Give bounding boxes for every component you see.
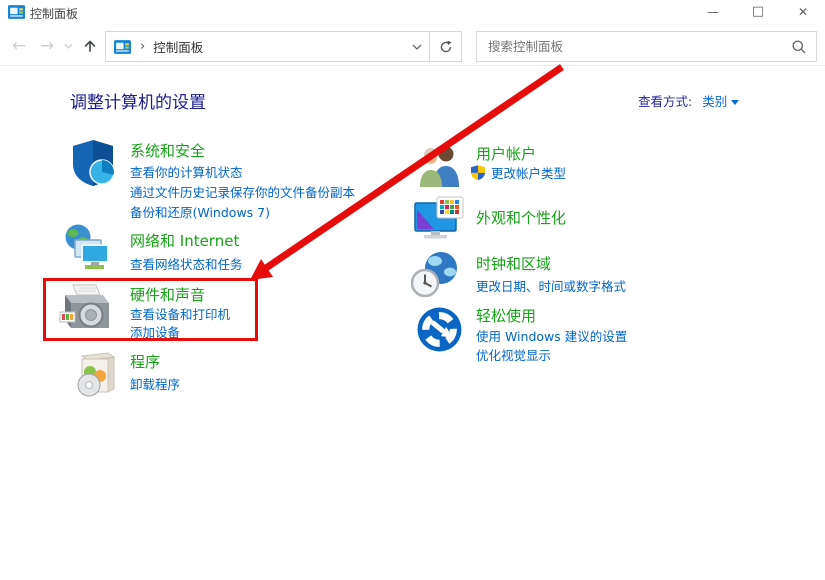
link-computer-status[interactable]: 查看你的计算机状态 — [130, 162, 243, 181]
address-bar[interactable]: › 控制面板 — [105, 31, 462, 62]
uac-shield-icon — [470, 164, 486, 181]
category-system-security[interactable]: 系统和安全 — [130, 140, 205, 161]
close-button[interactable]: ✕ — [786, 0, 820, 24]
category-hardware-sound[interactable]: 硬件和声音 — [130, 284, 205, 305]
control-panel-icon — [8, 5, 25, 19]
breadcrumb-separator: › — [140, 39, 145, 54]
category-appearance-personalization[interactable]: 外观和个性化 — [476, 207, 566, 228]
control-panel-window: 控制面板 — □ ✕ ← → — [0, 0, 825, 580]
link-backup-restore-win7[interactable]: 备份和还原(Windows 7) — [130, 202, 270, 221]
appearance-personalization-icon[interactable] — [414, 196, 464, 241]
link-uninstall-program[interactable]: 卸载程序 — [130, 374, 180, 393]
chevron-down-icon[interactable] — [731, 100, 739, 105]
link-add-device[interactable]: 添加设备 — [130, 322, 180, 341]
window-title: 控制面板 — [30, 5, 78, 22]
forward-arrow-icon: → — [40, 38, 54, 55]
clock-region-icon[interactable] — [411, 250, 461, 298]
link-windows-suggested-settings[interactable]: 使用 Windows 建议的设置 — [476, 326, 627, 345]
view-by-label: 查看方式: — [638, 94, 692, 109]
refresh-button[interactable] — [429, 32, 461, 61]
view-by-value[interactable]: 类别 — [702, 94, 727, 109]
minimize-button[interactable]: — — [696, 0, 730, 24]
network-internet-icon[interactable] — [63, 224, 113, 270]
link-optimize-visual-display[interactable]: 优化视觉显示 — [476, 345, 551, 364]
category-network-internet[interactable]: 网络和 Internet — [130, 230, 239, 251]
title-bar: 控制面板 — □ ✕ — [0, 0, 825, 24]
chevron-down-icon — [64, 43, 73, 49]
link-file-history-backup[interactable]: 通过文件历史记录保存你的文件备份副本 — [130, 182, 355, 201]
recent-pages-dropdown[interactable] — [61, 36, 75, 56]
search-input[interactable] — [477, 32, 816, 61]
search-icon[interactable] — [791, 39, 807, 55]
up-arrow-icon — [82, 38, 98, 54]
control-panel-icon — [114, 40, 131, 54]
maximize-button[interactable]: □ — [741, 0, 775, 24]
address-dropdown-button[interactable] — [405, 32, 429, 61]
hardware-sound-icon[interactable] — [55, 283, 113, 335]
back-arrow-icon: ← — [12, 38, 26, 55]
page-title: 调整计算机的设置 — [70, 88, 206, 113]
ease-of-access-icon[interactable] — [416, 306, 463, 353]
view-by-control: 查看方式: 类别 — [638, 91, 739, 110]
programs-icon[interactable] — [74, 349, 122, 397]
refresh-icon — [439, 40, 453, 54]
category-user-accounts[interactable]: 用户帐户 — [476, 143, 536, 164]
up-button[interactable] — [80, 36, 100, 56]
user-accounts-icon[interactable] — [416, 145, 464, 187]
link-change-account-type-label: 更改帐户类型 — [491, 163, 566, 182]
search-box — [476, 31, 817, 62]
link-change-date-time-format[interactable]: 更改日期、时间或数字格式 — [476, 276, 626, 295]
link-change-account-type[interactable]: 更改帐户类型 — [470, 163, 566, 182]
back-button[interactable]: ← — [9, 36, 29, 56]
category-ease-of-access[interactable]: 轻松使用 — [476, 305, 536, 326]
navigation-bar: ← → › 控制面板 — [0, 24, 825, 66]
category-programs[interactable]: 程序 — [130, 351, 160, 372]
system-security-icon[interactable] — [70, 138, 116, 188]
breadcrumb-root[interactable]: 控制面板 — [153, 37, 203, 56]
forward-button[interactable]: → — [37, 36, 57, 56]
link-network-status-tasks[interactable]: 查看网络状态和任务 — [130, 254, 243, 273]
link-devices-printers[interactable]: 查看设备和打印机 — [130, 304, 230, 323]
category-clock-region[interactable]: 时钟和区域 — [476, 253, 551, 274]
chevron-down-icon — [412, 44, 422, 50]
